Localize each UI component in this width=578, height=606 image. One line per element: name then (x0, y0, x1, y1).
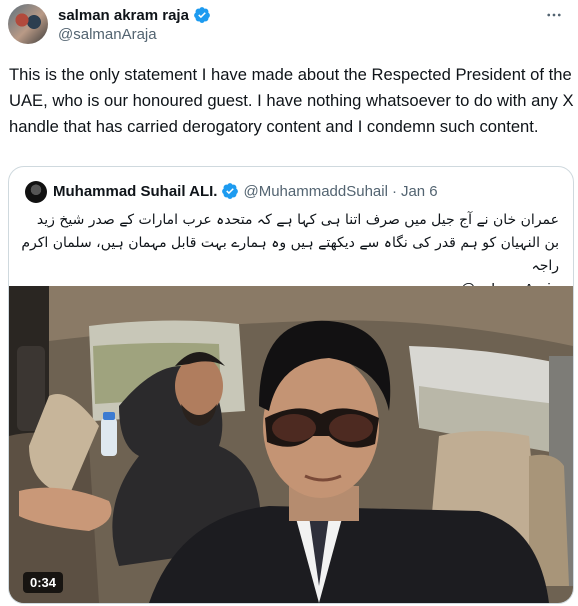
quote-urdu-text: عمران خان نے آج جیل میں صرف اتنا ہی کہا … (21, 212, 559, 274)
video-duration-badge: 0:34 (23, 572, 64, 593)
quote-date[interactable]: Jan 6 (401, 183, 438, 200)
tweet-text: This is the only statement I have made a… (9, 65, 574, 136)
author-handle[interactable]: @salmanAraja (58, 26, 157, 43)
author-name-row: salman akram raja (58, 6, 211, 24)
quote-author-avatar[interactable] (25, 181, 47, 203)
author-avatar[interactable] (8, 4, 48, 44)
more-horizontal-icon (547, 13, 561, 17)
quote-display-name[interactable]: Muhammad Suhail ALI. (53, 183, 217, 200)
verified-badge-icon (222, 183, 239, 199)
quote-handle[interactable]: @MuhammaddSuhail (243, 183, 387, 200)
author-display-name[interactable]: salman akram raja (58, 7, 189, 24)
quote-header: Muhammad Suhail ALI. @MuhammaddSuhail · … (53, 182, 438, 200)
video-thumbnail[interactable] (9, 286, 573, 603)
quoted-tweet-card[interactable]: Muhammad Suhail ALI. @MuhammaddSuhail · … (8, 166, 574, 604)
more-options-icon[interactable] (540, 4, 568, 26)
quote-separator: · (391, 182, 397, 200)
verified-badge-icon (194, 7, 210, 23)
